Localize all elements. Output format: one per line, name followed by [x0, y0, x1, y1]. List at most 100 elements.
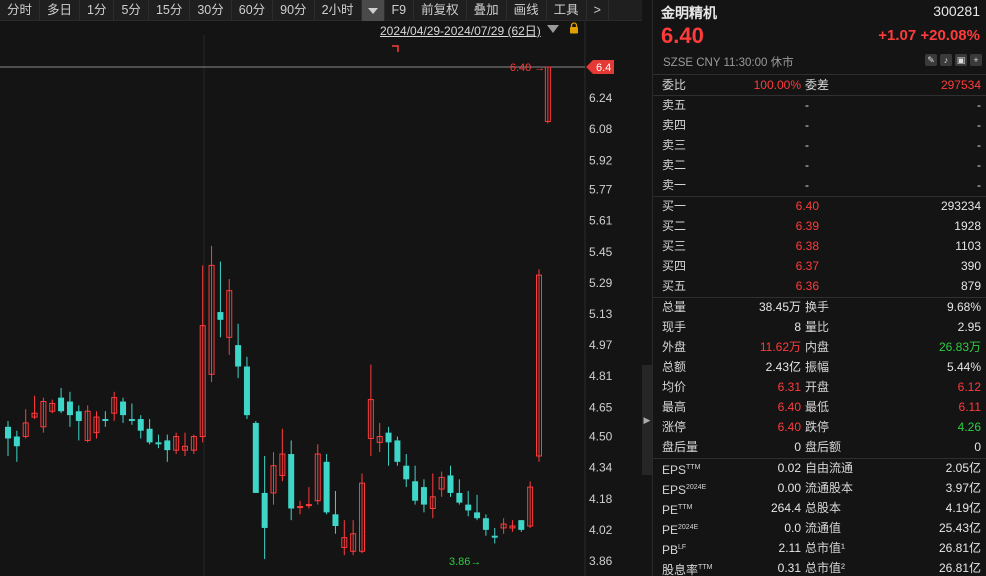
price-tick-label: 4.18 [589, 492, 613, 506]
market-status: SZSE CNY 11:30:00 休市 [663, 57, 794, 69]
toolbar-item-4[interactable]: 15分 [149, 0, 191, 21]
price-tick-label: 6.08 [589, 122, 613, 136]
chevron-down-icon [367, 7, 378, 14]
ask-row: 卖二 - - [653, 155, 986, 175]
stat-value: 6.40 [777, 420, 801, 434]
candle-body [447, 475, 454, 493]
toolbar-item-7[interactable]: 90分 [273, 0, 315, 21]
bid-price: 6.36 [795, 279, 819, 293]
fundamental-label-sup: LF [678, 544, 687, 551]
price-tick-label: 5.13 [589, 307, 613, 321]
ask-label: 卖二 [662, 158, 687, 172]
ask-price: - [805, 98, 809, 112]
fundamental-row: EPSTTM 0.02 自由流通 2.05亿 [653, 458, 986, 478]
fundamental-value-2: 4.19亿 [945, 501, 981, 515]
stat-value: 6.12 [957, 380, 981, 394]
toolbar-item-5[interactable]: 30分 [190, 0, 232, 21]
stat-value: 2.43亿 [765, 360, 801, 374]
fundamental-row: EPS2024E 0.00 流通股本 3.97亿 [653, 478, 986, 498]
toolbar-item-6[interactable]: 60分 [232, 0, 274, 21]
bid-row: 买五 6.36 879 [653, 276, 986, 296]
stat-label: 现手 [662, 320, 687, 334]
stat-value: 4.26 [957, 420, 981, 434]
bid-label: 买三 [662, 239, 687, 253]
fundamental-label-main: EPS [662, 483, 687, 497]
notify-icon[interactable]: ▣ [955, 54, 967, 66]
fundamental-label-sup: TTM [678, 504, 693, 511]
stat-row: 盘后量 0 盘后额 0 [653, 437, 986, 457]
price-tick-label: 4.02 [589, 523, 613, 537]
bid-row: 买三 6.38 1103 [653, 236, 986, 256]
lock-icon[interactable] [569, 22, 579, 34]
fundamental-value: 0.31 [777, 561, 801, 575]
candle-body [465, 504, 472, 511]
candle-body [13, 436, 20, 447]
bid-ratio-row: 委比 100.00% 委差 297534 [653, 75, 986, 95]
toolbar-item-15[interactable]: > [587, 0, 609, 21]
alert-bell-icon[interactable]: ♪ [940, 54, 952, 66]
fundamental-value: 0.00 [777, 481, 801, 495]
candle-body [394, 440, 401, 462]
candle-body [288, 454, 295, 509]
toolbar-item-13[interactable]: 画线 [507, 0, 547, 21]
bid-volume: 390 [960, 259, 981, 273]
fundamental-label: 股息率TTM [662, 558, 712, 576]
corner-marker-icon [392, 45, 399, 52]
candle-body [235, 345, 242, 367]
range-dropdown-icon[interactable] [547, 25, 559, 33]
edit-icon[interactable]: ✎ [925, 54, 937, 66]
date-range-label[interactable]: 2024/04/29-2024/07/29 (62日) [380, 22, 541, 39]
ask-row: 卖四 - - [653, 115, 986, 135]
bid-diff-label: 委差 [805, 78, 830, 92]
fundamental-label-2: 流通值 [805, 521, 842, 535]
current-price-tag-label: 6.4 [596, 62, 611, 74]
period-dropdown-button[interactable] [361, 0, 385, 21]
fundamental-value: 0.02 [777, 461, 801, 475]
fundamental-label-sup: TTM [698, 564, 713, 571]
candle-body [243, 366, 250, 416]
candle-body [146, 428, 153, 443]
fundamental-label-main: PE [662, 523, 679, 537]
toolbar-item-0[interactable]: 分时 [0, 0, 41, 21]
price-tick-label: 5.45 [589, 245, 613, 259]
fundamental-label-2: 总市值² [805, 561, 845, 575]
toolbar-item-12[interactable]: 叠加 [467, 0, 507, 21]
candle-body [412, 481, 419, 501]
bid-row: 买四 6.37 390 [653, 256, 986, 276]
candle-body [164, 440, 171, 451]
bid-label: 买二 [662, 219, 687, 233]
ask-row: 卖一 - - [653, 175, 986, 195]
bid-volume: 293234 [940, 199, 981, 213]
fundamental-value-2: 26.81亿 [938, 541, 981, 555]
toolbar-item-8[interactable]: 2小时 [315, 0, 362, 21]
fundamental-label-2: 自由流通 [805, 461, 854, 475]
fundamental-label: PETTM [662, 498, 692, 520]
ask-volume: - [977, 158, 981, 172]
stock-change: +1.07 +20.08% [878, 27, 980, 44]
ask-price: - [805, 138, 809, 152]
ask-label: 卖四 [662, 118, 687, 132]
stat-label: 盘后量 [662, 440, 699, 454]
stat-label: 盘后额 [805, 440, 842, 454]
toolbar-item-14[interactable]: 工具 [547, 0, 587, 21]
bid-label: 买五 [662, 279, 687, 293]
bid-row: 买一 6.40 293234 [653, 196, 986, 216]
toolbar-item-3[interactable]: 5分 [114, 0, 149, 21]
toolbar-item-10[interactable]: F9 [385, 0, 415, 21]
kline-chart[interactable]: 6.24 6.08 5.92 5.77 5.61 5.45 5.29 5.13 4.97 4.81… [0, 21, 642, 576]
toolbar-item-11[interactable]: 前复权 [414, 0, 467, 21]
collapse-panel-handle[interactable]: ▶ [642, 365, 652, 475]
toolbar-item-1[interactable]: 多日 [40, 0, 81, 21]
kline-svg[interactable]: 6.24 6.08 5.92 5.77 5.61 5.45 5.29 5.13 4.97 4.81… [0, 21, 642, 576]
stat-row: 涨停 6.40 跌停 4.26 [653, 417, 986, 437]
fundamental-value-2: 25.43亿 [938, 521, 981, 535]
toolbar-item-2[interactable]: 1分 [80, 0, 115, 21]
bid-volume: 1928 [954, 219, 981, 233]
stat-row: 总额 2.43亿 振幅 5.44% [653, 357, 986, 377]
candle-body [474, 512, 481, 519]
low-price-label: 3.86→ [449, 556, 481, 568]
fundamental-value: 264.4 [770, 501, 801, 515]
ask-volume: - [977, 138, 981, 152]
candle-body [491, 535, 498, 538]
add-icon[interactable]: + [970, 54, 982, 66]
